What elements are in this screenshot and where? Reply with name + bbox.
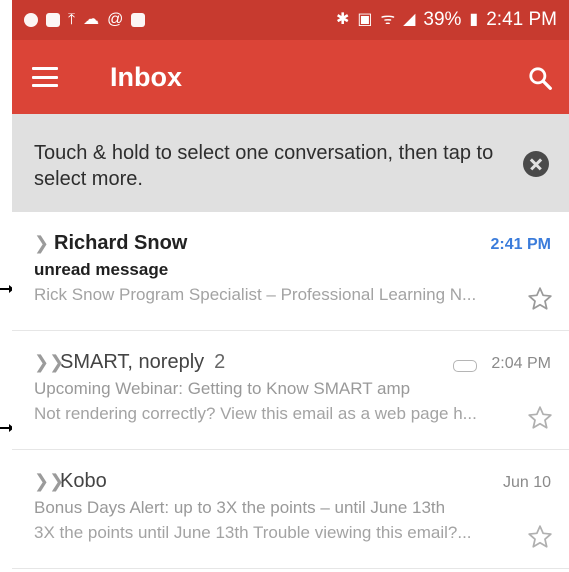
close-icon[interactable] <box>523 151 549 177</box>
search-icon[interactable] <box>527 65 553 91</box>
conversation-snippet: 3X the points until June 13th Trouble vi… <box>34 523 472 542</box>
conversation-snippet: Rick Snow Program Specialist – Professio… <box>34 285 477 304</box>
annotation-arrow-2 <box>0 424 14 432</box>
battery-icon: ▮ <box>469 11 479 28</box>
importance-marker-icon: ❯❯ <box>34 352 65 372</box>
conversation-row[interactable]: ❯ Richard Snow 2:41 PM unread message Ri… <box>12 212 569 331</box>
conversation-snippet: Not rendering correctly? View this email… <box>34 404 477 423</box>
upload-icon: ⤒ <box>68 11 76 28</box>
conversation-row[interactable]: ❯❯ Kobo Jun 10 Bonus Days Alert: up to 3… <box>12 450 569 569</box>
status-bar-notifications: ⤒ ☁ @ <box>24 11 146 28</box>
conversation-subject: Upcoming Webinar: Getting to Know SMART … <box>34 379 411 398</box>
conversation-subject: unread message <box>34 260 169 279</box>
sender-name: SMART, noreply <box>60 351 205 373</box>
star-icon[interactable] <box>527 405 553 431</box>
conversation-list: ❯ Richard Snow 2:41 PM unread message Ri… <box>12 212 569 569</box>
battery-percent: 39% <box>423 9 462 30</box>
tip-banner: Touch & hold to select one conversation,… <box>12 114 569 212</box>
conversation-time: 2:41 PM <box>490 236 551 253</box>
weather-icon: ☁ <box>83 11 100 28</box>
phone-screen: ⤒ ☁ @ ✱ ▣ ᯤ ◢ 39% ▮ 2:41 PM Inbox Touch … <box>12 0 569 572</box>
page-title: Inbox <box>110 61 182 92</box>
message-count: 2 <box>214 351 226 373</box>
messenger-icon <box>24 13 38 27</box>
bluetooth-icon: ✱ <box>335 11 350 28</box>
importance-marker-icon: ❯ <box>34 233 50 253</box>
star-icon[interactable] <box>527 286 553 312</box>
briefcase-icon <box>131 13 146 27</box>
menu-icon[interactable] <box>32 67 58 87</box>
star-icon[interactable] <box>527 524 553 550</box>
status-bar: ⤒ ☁ @ ✱ ▣ ᯤ ◢ 39% ▮ 2:41 PM <box>12 0 569 40</box>
gallery-icon <box>46 13 60 27</box>
wifi-icon: ᯤ <box>380 11 396 28</box>
sender-name: Kobo <box>60 470 107 492</box>
label-tag-icon <box>453 360 477 372</box>
signal-icon: ◢ <box>403 11 416 28</box>
nfc-icon: ▣ <box>357 11 373 28</box>
annotation-arrow-1 <box>0 285 14 293</box>
tip-text: Touch & hold to select one conversation,… <box>34 142 494 190</box>
status-bar-system: ✱ ▣ ᯤ ◢ 39% ▮ 2:41 PM <box>336 9 557 31</box>
conversation-time: 2:04 PM <box>491 355 551 372</box>
sender-name: Richard Snow <box>54 232 188 254</box>
conversation-subject: Bonus Days Alert: up to 3X the points – … <box>34 498 446 517</box>
at-icon: @ <box>107 11 124 28</box>
importance-marker-icon: ❯❯ <box>34 471 65 491</box>
conversation-row[interactable]: ❯❯ SMART, noreply 2 2:04 PM Upcoming Web… <box>12 331 569 450</box>
status-time: 2:41 PM <box>486 9 557 30</box>
app-bar: Inbox <box>12 40 569 114</box>
conversation-time: Jun 10 <box>502 474 551 491</box>
